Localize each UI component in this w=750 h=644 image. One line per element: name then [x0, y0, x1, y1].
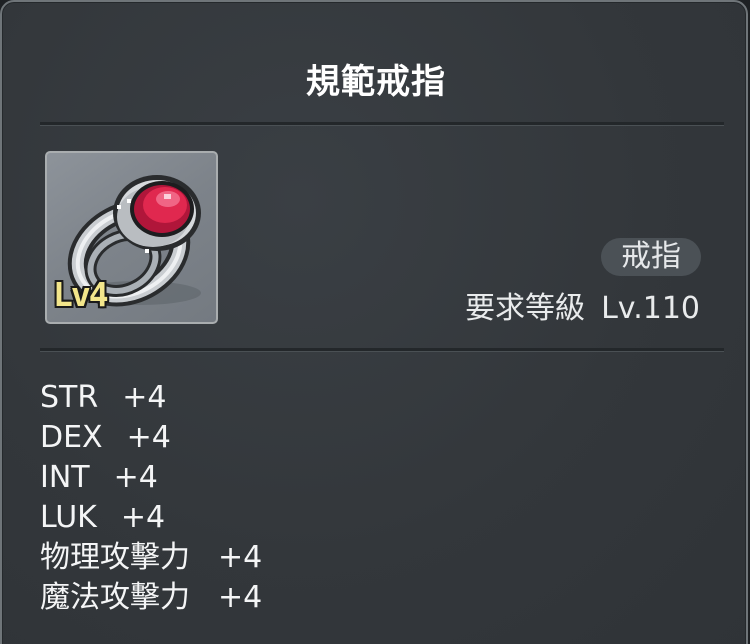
stat-row-physical-attack: 物理攻擊力 +4	[40, 538, 262, 578]
stat-label: STR	[40, 380, 99, 415]
required-level: 要求等級 Lv.110	[465, 289, 700, 329]
stat-label: DEX	[40, 420, 103, 455]
stat-row-magic-attack: 魔法攻擊力 +4	[40, 578, 262, 618]
stat-value: +4	[120, 500, 166, 535]
stat-label: INT	[40, 460, 90, 495]
stat-label: 物理攻擊力	[40, 540, 190, 575]
stat-row-str: STR +4	[40, 378, 262, 418]
stat-row-int: INT +4	[40, 458, 262, 498]
stat-label: 魔法攻擊力	[40, 580, 190, 615]
stat-value: +4	[113, 460, 158, 495]
stat-row-luk: LUK +4	[40, 498, 262, 538]
divider	[40, 122, 724, 126]
item-icon-frame: Lv4	[45, 151, 218, 324]
stat-row-dex: DEX +4	[40, 418, 262, 458]
stat-label: LUK	[40, 500, 97, 535]
item-level-badge: Lv4	[53, 275, 109, 314]
stat-value: +4	[218, 540, 263, 575]
required-level-label: 要求等級	[465, 291, 586, 326]
item-name: 規範戒指	[306, 62, 446, 102]
required-level-value: Lv.110	[601, 291, 700, 326]
item-tooltip: 規範戒指 Lv4 戒指 要求等級 Lv.110 STR +4 DEX +4 IN…	[0, 0, 748, 644]
divider	[40, 348, 724, 352]
stat-list: STR +4 DEX +4 INT +4 LUK +4 物理攻擊力 +4 魔法攻擊力 +4	[40, 378, 262, 618]
stat-value: +4	[122, 380, 167, 415]
stat-value: +4	[126, 420, 171, 455]
stat-value: +4	[218, 580, 263, 615]
item-category-badge: 戒指	[601, 238, 701, 276]
